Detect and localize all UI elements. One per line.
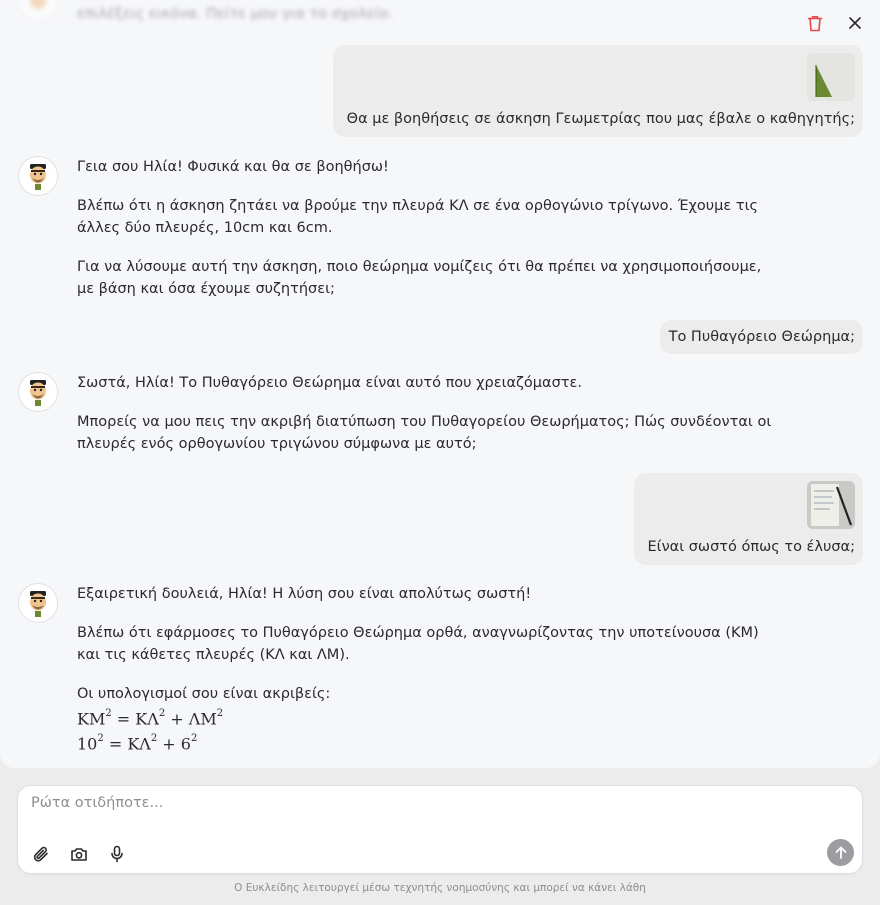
user-message: Το Πυθαγόρειο Θεώρημα;	[659, 320, 863, 354]
user-message: Θα με βοηθήσεις σε άσκηση Γεωμετρίας που…	[332, 45, 863, 137]
close-icon	[849, 17, 861, 29]
trash-icon	[807, 15, 823, 31]
delete-chat-button[interactable]	[804, 12, 826, 34]
composer-tools	[30, 843, 128, 865]
teacher-avatar-icon	[30, 380, 46, 406]
user-message-text: Θα με βοηθήσεις σε άσκηση Γεωμετρίας που…	[346, 111, 855, 127]
teacher-avatar-icon	[30, 164, 46, 190]
assistant-message-body: Γεια σου Ηλία! Φυσικά και θα σε βοηθήσω!…	[77, 156, 777, 317]
message-composer[interactable]: Ρώτα οτιδήποτε...	[17, 785, 863, 874]
message-paragraph: Οι υπολογισμοί σου είναι ακριβείς:	[77, 686, 331, 702]
camera-button[interactable]	[68, 843, 90, 865]
microphone-icon	[111, 845, 123, 863]
arrow-up-icon	[835, 846, 846, 859]
chat-panel: επιλέξεις εικόνα. Πείτε μου για το σχολε…	[0, 0, 880, 768]
message-paragraph: Μπορείς να μου πεις την ακριβή διατύπωση…	[77, 414, 772, 452]
attached-image-thumbnail[interactable]	[807, 53, 855, 101]
assistant-message-body: Εξαιρετική δουλειά, Ηλία! Η λύση σου είν…	[77, 583, 777, 756]
scrolled-message-text: επιλέξεις εικόνα. Πείτε μου για το σχολε…	[77, 6, 393, 22]
notebook-photo	[807, 481, 855, 529]
assistant-avatar	[18, 156, 58, 196]
paperclip-icon	[33, 846, 48, 862]
assistant-avatar	[18, 372, 58, 412]
triangle-photo	[807, 53, 855, 101]
math-equation: 102 = ΚΛ2 + 62	[77, 733, 198, 754]
attached-image-thumbnail[interactable]	[807, 481, 855, 529]
attach-file-button[interactable]	[30, 843, 52, 865]
user-message: Είναι σωστό όπως το έλυσα;	[633, 473, 863, 565]
teacher-avatar-icon	[30, 0, 46, 9]
message-paragraph: Εξαιρετική δουλειά, Ηλία! Η λύση σου είν…	[77, 586, 532, 602]
user-message-text: Είναι σωστό όπως το έλυσα;	[647, 539, 856, 555]
message-paragraph: Γεια σου Ηλία! Φυσικά και θα σε βοηθήσω!	[77, 159, 389, 175]
message-paragraph: Βλέπω ότι εφάρμοσες το Πυθαγόρειο Θεώρημ…	[77, 625, 759, 663]
user-message-text: Το Πυθαγόρειο Θεώρημα;	[668, 329, 855, 345]
math-equation: ΚΜ2 = ΚΛ2 + ΛΜ2	[77, 708, 224, 729]
chat-header-actions	[804, 12, 866, 34]
scrolled-message: επιλέξεις εικόνα. Πείτε μου για το σχολε…	[18, 0, 718, 22]
message-paragraph: Βλέπω ότι η άσκηση ζητάει να βρούμε την …	[77, 198, 758, 236]
close-button[interactable]	[844, 12, 866, 34]
microphone-button[interactable]	[106, 843, 128, 865]
send-button[interactable]	[827, 839, 854, 866]
camera-icon	[71, 848, 87, 861]
assistant-avatar	[18, 0, 58, 22]
assistant-avatar	[18, 583, 58, 623]
message-paragraph: Σωστά, Ηλία! Το Πυθαγόρειο Θεώρημα είναι…	[77, 375, 582, 391]
teacher-avatar-icon	[30, 591, 46, 617]
ai-disclaimer: Ο Ευκλείδης λειτουργεί μέσω τεχνητής νοη…	[234, 882, 646, 894]
assistant-message-body: Σωστά, Ηλία! Το Πυθαγόρειο Θεώρημα είναι…	[77, 372, 777, 472]
message-paragraph: Για να λύσουμε αυτή την άσκηση, ποιο θεώ…	[77, 259, 762, 297]
message-input[interactable]: Ρώτα οτιδήποτε...	[31, 795, 163, 811]
